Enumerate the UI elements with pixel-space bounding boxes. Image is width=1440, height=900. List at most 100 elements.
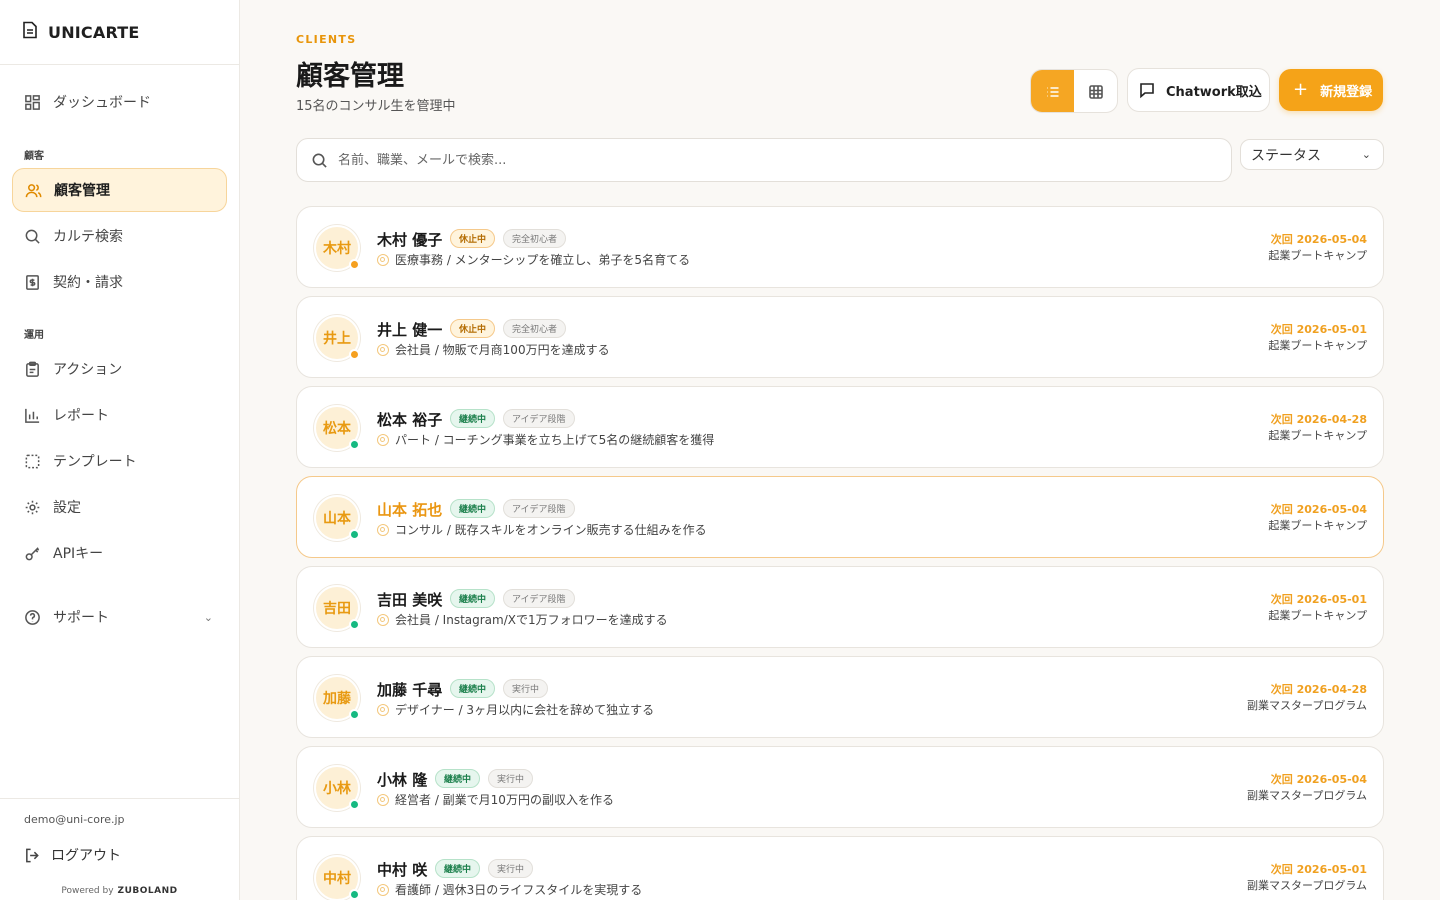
list-icon [1047,87,1058,97]
client-card[interactable]: 松本 松本 裕子 継続中 アイデア段階 パート / コーチング事業を立ち上げて5… [296,386,1384,468]
client-name[interactable]: 井上 健一 [377,319,442,340]
chatwork-import-label: Chatwork取込 [1166,84,1262,100]
page-title: 顧客管理 [296,61,404,92]
sidebar-item-templates[interactable]: テンプレート [12,439,227,483]
plus-icon: + [1293,79,1309,100]
search-input[interactable] [338,152,1198,168]
sidebar-item-support[interactable]: サポート ⌄ [12,595,227,639]
sidebar-item-api-keys[interactable]: APIキー [12,531,227,575]
sidebar-item-dashboard[interactable]: ダッシュボード [12,80,227,124]
stage-badge: 完全初心者 [503,319,567,338]
logout-button[interactable]: ログアウト [24,845,121,865]
next-session-date: 次回 2026-05-04 [1270,503,1367,516]
new-client-button[interactable]: + 新規登録 [1279,69,1383,111]
sidebar-item-label: 設定 [53,500,81,516]
status-dot [349,889,360,900]
target-icon [377,613,389,626]
client-goal: 会社員 / Instagram/Xで1万フォロワーを達成する [377,611,668,628]
sidebar: UNICARTE ダッシュボード 顧客 顧客管理 カルテ検索 契約・請求 運用 … [0,0,240,900]
logout-icon [26,848,39,862]
client-name[interactable]: 木村 優子 [377,229,442,250]
status-badge: 継続中 [450,409,496,428]
search-box [296,138,1232,182]
status-dot [349,349,360,360]
sidebar-item-karte-search[interactable]: カルテ検索 [12,214,227,258]
page-kicker: CLIENTS [296,33,357,46]
client-card[interactable]: 井上 井上 健一 休止中 完全初心者 会社員 / 物販で月商100万円を達成する… [296,296,1384,378]
sidebar-item-settings[interactable]: 設定 [12,485,227,529]
users-icon [25,183,42,197]
program-name: 起業ブートキャンプ [1268,609,1367,622]
client-goal-text: 経営者 / 副業で月10万円の副収入を作る [395,793,614,807]
search-icon [312,153,327,168]
client-name[interactable]: 吉田 美咲 [377,589,442,610]
brand-name: UNICARTE [48,22,140,42]
search-icon [25,229,40,244]
client-card[interactable]: 木村 木村 優子 休止中 完全初心者 医療事務 / メンターシップを確立し、弟子… [296,206,1384,288]
brand[interactable]: UNICARTE [0,0,239,65]
next-session-date: 次回 2026-05-04 [1270,773,1367,786]
stage-badge: アイデア段階 [503,409,575,428]
list-view-button[interactable] [1031,70,1074,112]
grid-icon [1088,85,1103,99]
client-name[interactable]: 中村 咲 [377,859,427,880]
status-dot [349,259,360,270]
client-card[interactable]: 小林 小林 隆 継続中 実行中 経営者 / 副業で月10万円の副収入を作る 次回… [296,746,1384,828]
status-dot [349,619,360,630]
sidebar-item-reports[interactable]: レポート [12,393,227,437]
program-name: 起業ブートキャンプ [1268,519,1367,532]
key-icon [25,546,40,560]
client-goal-text: 会社員 / Instagram/Xで1万フォロワーを達成する [395,613,668,627]
client-card[interactable]: 吉田 吉田 美咲 継続中 アイデア段階 会社員 / Instagram/Xで1万… [296,566,1384,648]
client-card[interactable]: 加藤 加藤 千尋 継続中 実行中 デザイナー / 3ヶ月以内に会社を辞めて独立す… [296,656,1384,738]
status-dot [349,439,360,450]
dashboard-icon [25,94,40,110]
sidebar-item-label: 契約・請求 [53,275,123,291]
status-filter-select[interactable]: ステータス ⌄ [1240,139,1384,170]
chat-icon [1140,83,1154,99]
chatwork-import-button[interactable]: Chatwork取込 [1127,68,1270,112]
client-goal: パート / コーチング事業を立ち上げて5名の継続顧客を獲得 [377,431,714,448]
status-badge: 継続中 [450,679,496,698]
stage-badge: 実行中 [488,859,534,878]
sidebar-item-label: レポート [53,408,109,424]
client-goal-text: デザイナー / 3ヶ月以内に会社を辞めて独立する [395,703,655,717]
client-goal-text: コンサル / 既存スキルをオンライン販売する仕組みを作る [395,523,707,537]
status-dot [349,709,360,720]
sidebar-item-label: サポート [53,610,109,626]
status-badge: 継続中 [450,499,496,518]
document-icon [22,21,38,43]
client-goal-text: 医療事務 / メンターシップを確立し、弟子を5名育てる [395,253,691,267]
logout-label: ログアウト [51,848,121,864]
client-name[interactable]: 小林 隆 [377,769,427,790]
client-name[interactable]: 山本 拓也 [377,499,442,520]
program-name: 副業マスタープログラム [1246,699,1367,712]
client-goal-text: 看護師 / 週休3日のライフスタイルを実現する [395,883,643,897]
next-session-date: 次回 2026-05-01 [1270,863,1367,876]
stage-badge: 実行中 [503,679,549,698]
client-card[interactable]: 山本 山本 拓也 継続中 アイデア段階 コンサル / 既存スキルをオンライン販売… [296,476,1384,558]
client-goal-text: パート / コーチング事業を立ち上げて5名の継続顧客を獲得 [395,433,715,447]
help-circle-icon [25,609,40,625]
sidebar-footer: demo@uni-core.jp ログアウト Powered by ZUBOLAN… [0,798,239,900]
status-badge: 継続中 [435,859,481,878]
client-card[interactable]: 中村 中村 咲 継続中 実行中 看護師 / 週休3日のライフスタイルを実現する … [296,836,1384,900]
sidebar-item-actions[interactable]: アクション [12,347,227,391]
client-name[interactable]: 松本 裕子 [377,409,442,430]
chevron-down-icon: ⌄ [1361,148,1371,161]
next-session-date: 次回 2026-05-01 [1270,593,1367,606]
sidebar-item-clients[interactable]: 顧客管理 [12,168,227,212]
status-filter-label: ステータス [1251,147,1321,164]
client-goal: 経営者 / 副業で月10万円の副収入を作る [377,791,614,808]
stage-badge: アイデア段階 [503,589,575,608]
client-name[interactable]: 加藤 千尋 [377,679,442,700]
target-icon [377,883,389,896]
program-name: 起業ブートキャンプ [1268,339,1367,352]
status-badge: 継続中 [450,589,496,608]
next-session-date: 次回 2026-04-28 [1270,413,1367,426]
sidebar-item-label: カルテ検索 [53,229,123,245]
target-icon [377,793,389,806]
grid-view-button[interactable] [1074,70,1117,112]
powered-by-label: Powered by [61,886,114,896]
sidebar-item-contracts[interactable]: 契約・請求 [12,260,227,304]
